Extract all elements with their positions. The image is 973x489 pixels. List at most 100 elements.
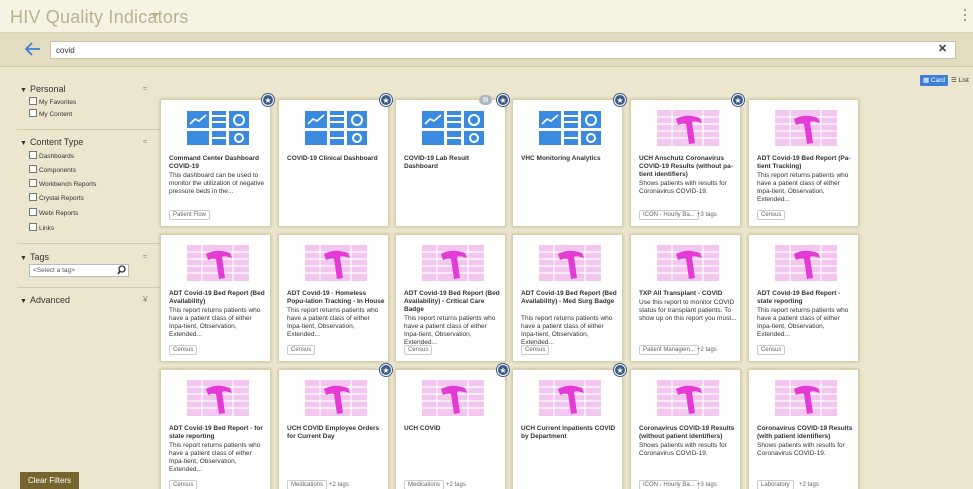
collapse-chevron-icon[interactable]: ≈ [143,84,147,93]
content-card[interactable]: ADT Covid-19 Bed Report (Pa-tient Tracki… [748,99,859,227]
content-card[interactable]: ADT Covid-19 Bed Report (Bed Availabilit… [512,234,623,362]
checkbox[interactable] [29,179,37,187]
favorite-star-icon[interactable]: ★ [732,94,744,106]
content-card[interactable]: COVID-19 Clinical Dashboard [278,99,389,227]
card-title[interactable]: TXP All Transplant - COVID [639,290,737,298]
content-card[interactable]: UCH Anschutz Coronavirus COVID-19 Result… [630,99,741,227]
card-title[interactable]: Coronavirus COVID-19 Results (without pa… [639,425,737,441]
card-title[interactable]: Command Center Dashboard COVID-19 [169,155,267,171]
filter-crystal-reports[interactable]: Crystal Reports [29,193,84,202]
card-more-tags[interactable]: +3 tags [697,480,717,489]
content-card[interactable]: COVID-19 Lab Result Dashboard [395,99,506,227]
card-title[interactable]: Coronavirus COVID-19 Results (with patie… [757,425,855,441]
card-tag[interactable]: Patient Flow [169,210,211,220]
content-card[interactable]: ADT Covid-19 Bed Report (Bed Availabilit… [160,234,271,362]
card-view-button[interactable]: ▦ Card [920,75,948,86]
favorite-star-icon[interactable]: ★ [380,94,392,106]
checkbox[interactable] [29,151,37,159]
card-tag[interactable]: Census [757,345,786,355]
card-tag[interactable]: Medications [404,480,445,489]
clear-search-icon[interactable]: ✕ [938,44,947,55]
search-input[interactable] [50,41,956,59]
content-card[interactable]: UCH COVID Medications +2 tags [395,369,506,489]
checkbox[interactable] [29,97,37,105]
filter-webi-reports[interactable]: Webi Reports [29,208,78,217]
content-card[interactable]: VHC Monitoring Analytics [512,99,623,227]
checkbox[interactable] [29,208,37,216]
app-title[interactable]: HIV Quality Indicators [10,7,188,28]
content-card[interactable]: ADT Covid-19 Bed Report (Bed Availabilit… [395,234,506,362]
card-tag[interactable]: Medications [287,480,328,489]
content-card[interactable]: UCH COVID Employee Orders for Current Da… [278,369,389,489]
filter-workbench-reports[interactable]: Workbench Reports [29,179,96,188]
card-more-tags[interactable]: +3 tags [697,210,717,220]
section-content-type[interactable]: ▼ Content Type [20,137,83,147]
card-title[interactable]: UCH Current Inpatients COVID by Departme… [521,425,619,441]
card-tag[interactable]: ICON - Hourly Ba... [639,480,699,489]
content-card[interactable]: Coronavirus COVID-19 Results (with patie… [748,369,859,489]
checkbox[interactable] [29,223,37,231]
card-title[interactable]: COVID-19 Lab Result Dashboard [404,155,502,171]
expand-chevron-icon[interactable]: ¥ [143,295,147,304]
favorite-star-icon[interactable]: ★ [497,94,509,106]
content-card[interactable]: Coronavirus COVID-19 Results (without pa… [630,369,741,489]
card-title[interactable]: ADT Covid-19 Bed Report (Bed Availabilit… [404,290,502,314]
content-card[interactable]: UCH Current Inpatients COVID by Departme… [512,369,623,489]
card-tag[interactable]: Census [404,345,433,355]
favorite-star-icon[interactable]: ★ [497,364,509,376]
card-tag[interactable]: Patient Managem... [639,345,700,355]
filter-my-favorites[interactable]: My Favorites [29,97,76,106]
filter-dashboards[interactable]: Dashboards [29,151,74,160]
section-advanced[interactable]: ▼ Advanced [20,295,70,305]
card-tag[interactable]: Census [521,345,550,355]
title-dropdown-caret-icon[interactable] [151,13,159,18]
favorite-star-icon[interactable]: ★ [614,364,626,376]
card-tag[interactable]: Census [287,345,316,355]
content-card[interactable]: Command Center Dashboard COVID-19 This da… [160,99,271,227]
card-title[interactable]: ADT Covid-19 Bed Report - state reportin… [757,290,855,306]
card-title[interactable]: UCH COVID [404,425,502,433]
search-icon[interactable] [117,263,126,275]
section-personal[interactable]: ▼ Personal [20,84,65,94]
checkbox[interactable] [29,165,37,173]
card-title[interactable]: ADT Covid-19 Bed Report - for state repo… [169,425,267,441]
card-title[interactable]: ADT Covid-19 - Homeless Popu-lation Trac… [287,290,385,306]
card-more-tags[interactable]: +2 tags [446,480,466,489]
list-view-button[interactable]: ☰ List [951,75,973,86]
card-title[interactable]: COVID-19 Clinical Dashboard [287,155,385,163]
card-more-tags[interactable]: +2 tags [697,345,717,355]
filter-links[interactable]: Links [29,223,54,232]
favorite-star-icon[interactable]: ★ [262,94,274,106]
card-tag[interactable]: ICON - Hourly Ba... [639,210,699,220]
filter-components[interactable]: Components [29,165,76,174]
comment-icon[interactable]: ▤ [479,95,492,105]
content-card[interactable]: ADT Covid-19 Bed Report - for state repo… [160,369,271,489]
collapse-chevron-icon[interactable]: ≈ [143,137,147,146]
filter-my-content[interactable]: My Content [29,109,72,118]
content-card[interactable]: TXP All Transplant - COVID Use this repor… [630,234,741,362]
card-tag[interactable]: Census [169,345,198,355]
collapse-chevron-icon[interactable]: ≈ [143,252,147,261]
checkbox[interactable] [29,193,37,201]
card-more-tags[interactable]: +2 tags [329,480,349,489]
card-tag[interactable]: Census [757,210,786,220]
card-title[interactable]: UCH COVID Employee Orders for Current Da… [287,425,385,441]
content-card[interactable]: ADT Covid-19 - Homeless Popu-lation Trac… [278,234,389,362]
more-options-icon[interactable] [963,9,967,23]
favorite-star-icon[interactable]: ★ [380,364,392,376]
card-title[interactable]: VHC Monitoring Analytics [521,155,619,163]
card-title[interactable]: ADT Covid-19 Bed Report (Bed Availabilit… [521,290,619,306]
favorite-star-icon[interactable]: ★ [614,94,626,106]
content-card[interactable]: ADT Covid-19 Bed Report - state reportin… [748,234,859,362]
back-arrow-icon[interactable] [25,42,41,56]
card-more-tags[interactable]: +2 tags [799,480,819,489]
section-tags[interactable]: ▼ Tags [20,252,49,262]
card-title[interactable]: UCH Anschutz Coronavirus COVID-19 Result… [639,155,737,179]
card-tag[interactable]: Census [169,480,198,489]
card-tag[interactable]: Laboratory [757,480,794,489]
checkbox[interactable] [29,109,37,117]
card-title[interactable]: ADT Covid-19 Bed Report (Pa-tient Tracki… [757,155,855,171]
clear-filters-button[interactable]: Clear Filters [20,472,79,489]
card-title[interactable]: ADT Covid-19 Bed Report (Bed Availabilit… [169,290,267,306]
tag-select[interactable]: <Select a tag> [29,264,129,277]
